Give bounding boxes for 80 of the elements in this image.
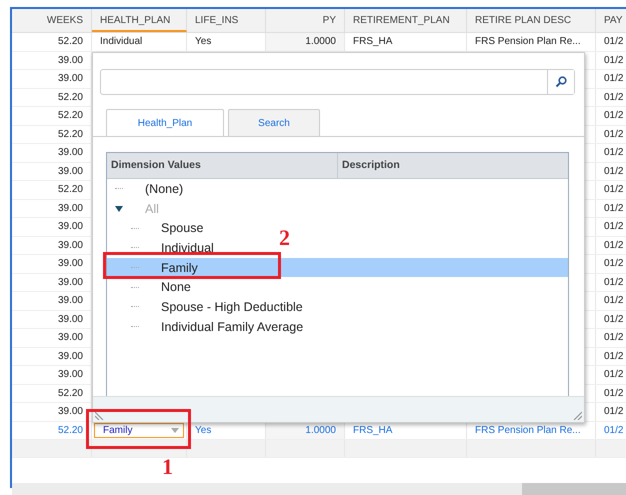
tree-item[interactable]: (None) (107, 179, 568, 199)
table-cell: 39.00 (58, 166, 83, 176)
table-cell: 01/2 (604, 110, 624, 121)
table-cell: 01/2 (604, 332, 624, 343)
tab[interactable]: Search (228, 109, 320, 136)
table-cell: 39.00 (58, 332, 83, 343)
table-cell: 01/2 (604, 73, 624, 84)
caret-icon (171, 428, 179, 432)
table-cell: 39.00 (58, 73, 83, 84)
tree-item[interactable]: Individual Family Average (107, 316, 568, 336)
table-cell: 52.20 (58, 388, 83, 398)
table-cell: Individual (100, 36, 142, 47)
table-cell: 39.00 (58, 314, 83, 324)
table-cell: 01/2 (604, 221, 624, 232)
column-header[interactable]: HEALTH_PLAN (92, 9, 187, 32)
dropdown-field[interactable]: Family (94, 422, 184, 438)
table-cell: 01/2 (604, 369, 624, 380)
table-cell: 39.00 (58, 369, 83, 380)
table-cell: 52.20 (58, 92, 83, 102)
table-cell: 39.00 (58, 406, 83, 417)
table-cell: 39.00 (58, 202, 83, 214)
tree-item[interactable]: None (107, 277, 568, 298)
table-cell: 52.20 (58, 110, 83, 121)
column-header: Description (341, 158, 400, 173)
table-cell: FRS Pension Plan Re... (475, 424, 581, 436)
table-cell: 01/2 (604, 54, 624, 66)
table-cell: Yes (195, 424, 212, 436)
table-cell: 01/2 (604, 350, 624, 362)
column-header[interactable]: RETIREMENT_PLAN (345, 9, 467, 32)
table-cell: 01/2 (604, 406, 624, 417)
table-cell: 1.0000 (305, 36, 336, 47)
search-button[interactable] (547, 70, 574, 94)
table-cell: 01/2 (604, 202, 624, 214)
annotation-number: 2 (279, 225, 290, 251)
horizontal-scrollbar[interactable] (12, 483, 626, 495)
column-header[interactable]: PAY (596, 9, 626, 32)
table-cell: 39.00 (58, 147, 83, 158)
table-cell: 01/2 (604, 276, 624, 288)
tree-item[interactable]: Spouse - High Deductible (107, 297, 568, 317)
table-cell: 01/2 (604, 166, 624, 176)
search-field[interactable] (100, 69, 575, 95)
resize-grip-icon[interactable] (95, 410, 105, 420)
table-cell: 01/2 (604, 388, 624, 398)
table-cell: FRS Pension Plan Re... (475, 36, 581, 47)
table-cell: 52.20 (58, 184, 83, 195)
annotation-number: 1 (162, 454, 173, 480)
table-cell: 01/2 (604, 36, 624, 47)
table-cell: 01/2 (604, 128, 624, 140)
resize-grip-icon[interactable] (572, 410, 582, 420)
table-cell: 39.00 (58, 221, 83, 232)
column-header[interactable]: WEEKS (12, 9, 92, 32)
table-cell: 39.00 (58, 295, 83, 306)
column-header: Dimension Values (107, 153, 338, 178)
table-cell: 52.20 (58, 424, 83, 436)
expand-icon[interactable] (115, 206, 123, 212)
table-cell: 52.20 (58, 36, 83, 47)
table-cell: 01/2 (604, 314, 624, 324)
table-cell: 01/2 (604, 240, 624, 250)
table-cell: 39.00 (58, 258, 83, 269)
table-cell: 39.00 (58, 240, 83, 250)
search-icon (555, 76, 567, 88)
column-header[interactable]: PY (266, 9, 345, 32)
table-cell: 52.20 (58, 128, 83, 140)
table-cell: FRS_HA (353, 424, 392, 436)
column-header[interactable]: LIFE_INS (187, 9, 266, 32)
table-cell: 39.00 (58, 54, 83, 66)
tree-item[interactable]: Family (107, 258, 568, 278)
table-cell: 01/2 (604, 424, 624, 436)
table-cell: FRS_HA (353, 36, 392, 47)
table-cell: 01/2 (604, 147, 624, 158)
table-cell: 01/2 (604, 92, 624, 102)
table-cell: 1.0000 (305, 424, 336, 436)
column-header[interactable]: RETIRE PLAN DESC (467, 9, 596, 32)
table-cell: 01/2 (604, 184, 624, 195)
table-cell: Yes (195, 36, 212, 47)
table-cell: 01/2 (604, 258, 624, 269)
table-cell: 01/2 (604, 295, 624, 306)
table-cell: 39.00 (58, 350, 83, 362)
table-cell: 39.00 (58, 276, 83, 288)
tab[interactable]: Health_Plan (106, 109, 224, 137)
